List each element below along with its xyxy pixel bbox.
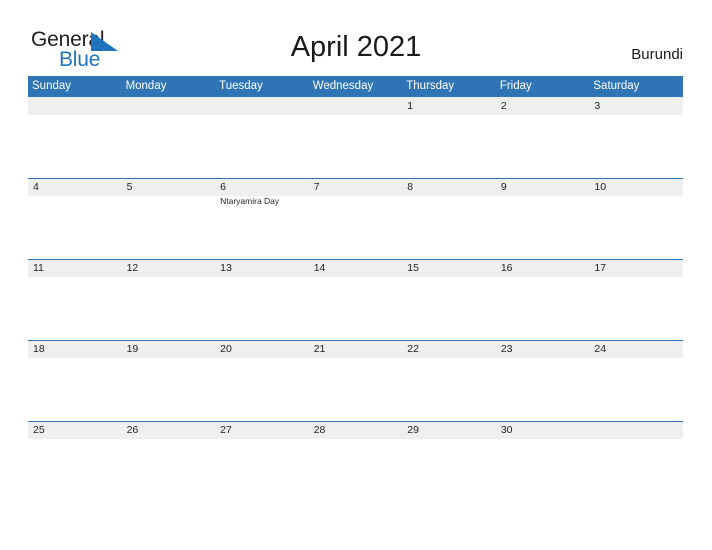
day-number xyxy=(594,423,683,438)
day-cell-empty xyxy=(309,97,403,178)
day-number: 12 xyxy=(126,262,139,274)
day-number: 28 xyxy=(313,424,326,436)
weekday-header-thursday: Thursday xyxy=(406,80,455,92)
day-cell-empty xyxy=(215,97,309,178)
calendar-week-row: 1 2 3 xyxy=(28,97,683,178)
week-day-cells: 1 2 3 xyxy=(28,97,683,178)
day-cell-5[interactable]: 5 xyxy=(122,178,216,259)
day-cell-16[interactable]: 16 xyxy=(496,259,590,340)
day-cell-30[interactable]: 30 xyxy=(496,421,590,502)
day-cell-22[interactable]: 22 xyxy=(402,340,496,421)
weekday-header-friday: Friday xyxy=(499,80,532,92)
day-number: 3 xyxy=(594,100,601,112)
day-cell-7[interactable]: 7 xyxy=(309,178,403,259)
country-label: Burundi xyxy=(631,46,683,63)
week-day-cells: 25 26 27 28 29 30 xyxy=(28,421,683,502)
day-number: 21 xyxy=(313,343,326,355)
day-number: 2 xyxy=(500,100,507,112)
holiday-label: Ntaryamira Day xyxy=(220,196,280,206)
day-cell-12[interactable]: 12 xyxy=(122,259,216,340)
day-cell-empty xyxy=(589,421,683,502)
day-number: 6 xyxy=(220,181,226,193)
day-cell-10[interactable]: 10 xyxy=(589,178,683,259)
day-cell-17[interactable]: 17 xyxy=(589,259,683,340)
day-cell-14[interactable]: 14 xyxy=(309,259,403,340)
day-cell-8[interactable]: 8 xyxy=(402,178,496,259)
day-number: 14 xyxy=(313,262,326,274)
day-cell-25[interactable]: 25 xyxy=(28,421,122,502)
day-number: 5 xyxy=(126,181,133,193)
day-number: 23 xyxy=(500,343,513,355)
day-cell-19[interactable]: 19 xyxy=(122,340,216,421)
weekday-header-tuesday: Tuesday xyxy=(219,80,263,92)
day-cell-28[interactable]: 28 xyxy=(309,421,403,502)
day-number xyxy=(220,99,309,114)
day-number: 20 xyxy=(220,343,232,355)
day-number: 22 xyxy=(407,343,419,355)
weekday-header-saturday: Saturday xyxy=(593,80,640,92)
day-number: 16 xyxy=(500,262,513,274)
weekday-header-sunday: Sunday xyxy=(32,80,72,92)
day-number xyxy=(127,99,216,114)
calendar-week-row: 25 26 27 28 29 30 xyxy=(28,421,683,502)
weekday-header-wednesday: Wednesday xyxy=(312,80,374,92)
page-title: April 2021 xyxy=(290,31,422,63)
day-cell-11[interactable]: 11 xyxy=(28,259,122,340)
day-number: 8 xyxy=(407,181,414,193)
day-cell-15[interactable]: 15 xyxy=(402,259,496,340)
day-cell-26[interactable]: 26 xyxy=(122,421,216,502)
day-event-list: Ntaryamira Day xyxy=(220,196,309,207)
day-number: 13 xyxy=(220,262,232,274)
week-day-cells: 11 12 13 14 15 16 17 xyxy=(28,259,683,340)
day-cell-9[interactable]: 9 xyxy=(496,178,590,259)
day-cell-18[interactable]: 18 xyxy=(28,340,122,421)
day-cell-27[interactable]: 27 xyxy=(215,421,309,502)
day-number: 9 xyxy=(500,181,507,193)
calendar-week-row: 18 19 20 21 22 23 24 xyxy=(28,340,683,421)
day-cell-20[interactable]: 20 xyxy=(215,340,309,421)
day-number: 11 xyxy=(33,262,44,274)
day-number: 27 xyxy=(220,424,232,436)
day-number: 7 xyxy=(313,181,320,193)
day-number: 4 xyxy=(33,181,39,193)
day-number: 17 xyxy=(594,262,607,274)
weekday-header-row: Sunday Monday Tuesday Wednesday Thursday… xyxy=(28,76,683,97)
day-cell-1[interactable]: 1 xyxy=(402,97,496,178)
day-cell-6[interactable]: 6 Ntaryamira Day xyxy=(215,178,309,259)
day-cell-empty xyxy=(28,97,122,178)
day-number xyxy=(314,99,403,114)
day-cell-3[interactable]: 3 xyxy=(589,97,683,178)
day-number: 25 xyxy=(33,424,45,436)
week-day-cells: 18 19 20 21 22 23 24 xyxy=(28,340,683,421)
day-number: 19 xyxy=(126,343,139,355)
day-cell-23[interactable]: 23 xyxy=(496,340,590,421)
day-number: 30 xyxy=(500,424,513,436)
day-cell-24[interactable]: 24 xyxy=(589,340,683,421)
calendar-week-row: 4 5 6 Ntaryamira Day 7 8 9 10 xyxy=(28,178,683,259)
day-cell-empty xyxy=(122,97,216,178)
weekday-header-monday: Monday xyxy=(125,80,167,92)
day-number: 15 xyxy=(407,262,419,274)
day-number: 10 xyxy=(594,181,607,193)
calendar-table: Sunday Monday Tuesday Wednesday Thursday… xyxy=(28,76,683,502)
day-cell-13[interactable]: 13 xyxy=(215,259,309,340)
day-cell-29[interactable]: 29 xyxy=(402,421,496,502)
page-header: General Blue April 2021 Burundi xyxy=(0,0,712,76)
day-number: 29 xyxy=(407,424,419,436)
week-day-cells: 4 5 6 Ntaryamira Day 7 8 9 10 xyxy=(28,178,683,259)
day-number: 18 xyxy=(33,343,45,355)
calendar-weeks: 1 2 3 4 5 6 Ntaryamira Day 7 8 9 10 11 12 13 14 15 16 17 1… xyxy=(28,97,683,502)
day-number: 1 xyxy=(407,100,414,112)
day-number: 26 xyxy=(126,424,139,436)
calendar-week-row: 11 12 13 14 15 16 17 xyxy=(28,259,683,340)
day-number: 24 xyxy=(594,343,607,355)
day-cell-4[interactable]: 4 xyxy=(28,178,122,259)
day-cell-21[interactable]: 21 xyxy=(309,340,403,421)
day-cell-2[interactable]: 2 xyxy=(496,97,590,178)
day-number xyxy=(33,99,122,114)
